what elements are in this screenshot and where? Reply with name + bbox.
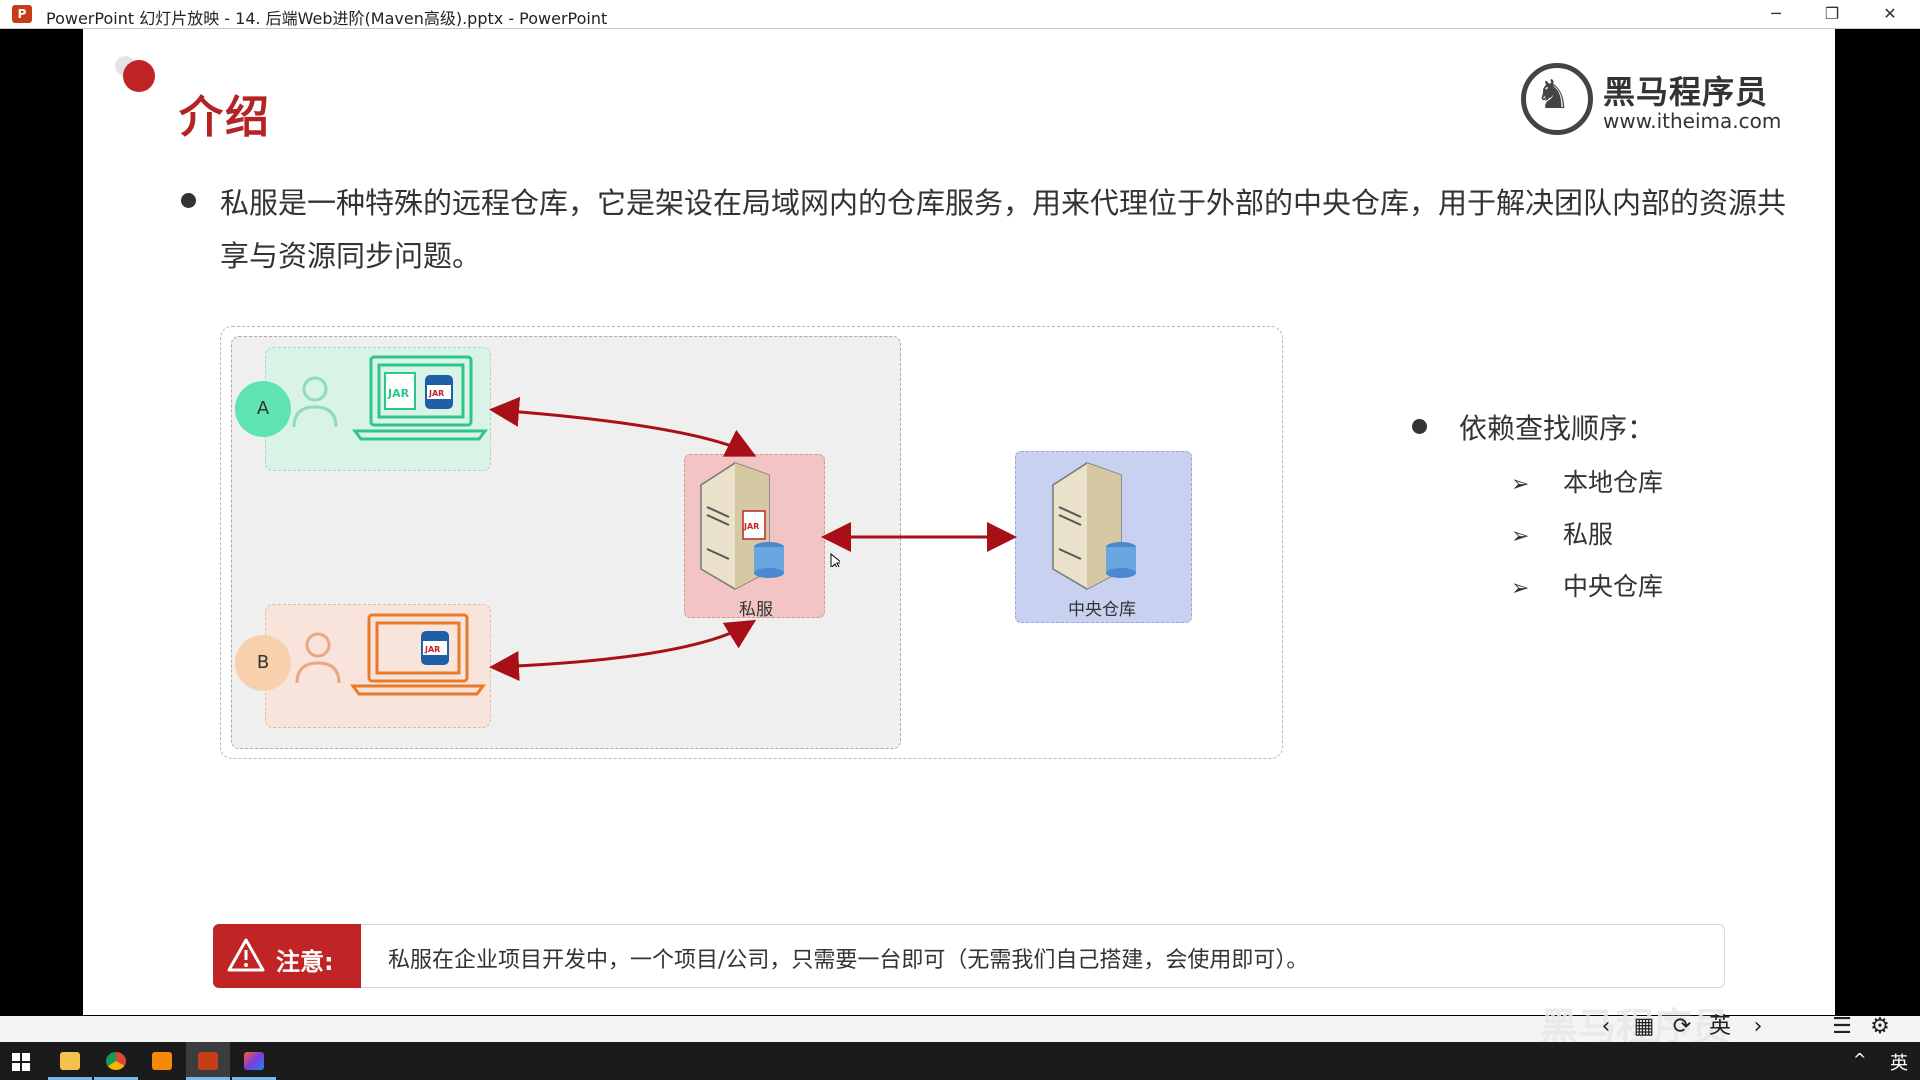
close-button[interactable]: ✕ <box>1862 0 1918 28</box>
svg-text:JAR: JAR <box>424 645 440 654</box>
lookup-item: ➢ 私服 <box>1511 520 1614 549</box>
svg-text:JAR: JAR <box>428 389 444 398</box>
folder-icon <box>60 1052 80 1070</box>
window-title-bar: P PowerPoint 幻灯片放映 - 14. 后端Web进阶(Maven高级… <box>0 0 1920 29</box>
zoom-icon[interactable]: ⟳ <box>1664 1011 1700 1043</box>
ime-indicator[interactable]: 英 <box>1702 1011 1738 1043</box>
laptop-b-icon <box>350 613 486 696</box>
central-repo-label: 中央仓库 <box>1068 600 1136 620</box>
taskbar-chrome[interactable] <box>94 1042 138 1080</box>
warning-icon <box>227 938 265 972</box>
powerpoint-icon <box>198 1052 218 1070</box>
private-server-icon: JAR <box>700 462 784 590</box>
window-title: PowerPoint 幻灯片放映 - 14. 后端Web进阶(Maven高级).… <box>46 9 608 28</box>
arrow-b-private <box>489 619 757 682</box>
private-server-label: 私服 <box>739 600 773 620</box>
previous-slide-button[interactable]: ‹ <box>1588 1011 1624 1043</box>
lookup-item: ➢ 中央仓库 <box>1511 572 1664 601</box>
intellij-idea-icon <box>244 1052 264 1070</box>
client-a-badge: A <box>235 381 291 437</box>
lookup-order-title: 依赖查找顺序： <box>1459 412 1656 445</box>
user-b-icon <box>295 632 341 684</box>
taskbar-powerpoint[interactable] <box>186 1042 230 1080</box>
svg-text:JAR: JAR <box>387 387 410 400</box>
slideshow-controls: ‹ ▦ ⟳ 英 › ☰ ⚙ <box>1588 1011 1898 1045</box>
arrow-bullet-icon: ➢ <box>1511 472 1530 497</box>
bullet-dot <box>1412 419 1427 434</box>
client-b-badge: B <box>235 635 291 691</box>
powerpoint-app-icon: P <box>12 5 32 23</box>
laptop-a-icon <box>352 355 488 441</box>
tray-overflow-icon[interactable]: ^ <box>1853 1050 1866 1069</box>
slide-canvas[interactable]: 介绍 ♞ 黑马程序员 www.itheima.com 私服是一种特殊的远程仓库，… <box>83 29 1835 1015</box>
taskbar-sublime-text[interactable] <box>140 1042 184 1080</box>
arrow-a-private <box>489 396 757 457</box>
ime-language-indicator[interactable]: 英 <box>1890 1049 1908 1075</box>
lookup-item: ➢ 本地仓库 <box>1511 468 1664 497</box>
arrow-bullet-icon: ➢ <box>1511 524 1530 549</box>
windows-logo-icon <box>12 1053 30 1071</box>
arrow-bullet-icon: ➢ <box>1511 576 1530 601</box>
note-text: 私服在企业项目开发中，一个项目/公司，只需要一台即可（无需我们自己搭建，会使用即… <box>388 948 1309 973</box>
jar-database-icon-b: JAR <box>421 631 449 665</box>
minimize-button[interactable]: ─ <box>1748 0 1804 28</box>
sublime-text-icon <box>152 1052 172 1070</box>
jar-database-icon: JAR <box>425 375 453 409</box>
user-a-icon <box>292 376 338 428</box>
jar-file-icon: JAR <box>384 372 416 410</box>
windows-taskbar <box>0 1042 1920 1080</box>
taskbar-file-explorer[interactable] <box>48 1042 92 1080</box>
display-settings-icon[interactable]: ☰ <box>1824 1011 1860 1043</box>
mouse-cursor-icon <box>830 553 840 567</box>
see-all-slides-icon[interactable]: ▦ <box>1626 1011 1662 1043</box>
chrome-icon <box>106 1052 126 1070</box>
restore-button[interactable]: ❐ <box>1804 0 1860 28</box>
taskbar-intellij-idea[interactable] <box>232 1042 276 1080</box>
central-server-icon <box>1052 462 1136 590</box>
note-label: 注意: <box>276 948 334 976</box>
svg-text:JAR: JAR <box>743 522 759 531</box>
start-button[interactable] <box>0 1042 44 1080</box>
next-slide-button[interactable]: › <box>1740 1011 1776 1043</box>
settings-gear-icon[interactable]: ⚙ <box>1862 1011 1898 1043</box>
